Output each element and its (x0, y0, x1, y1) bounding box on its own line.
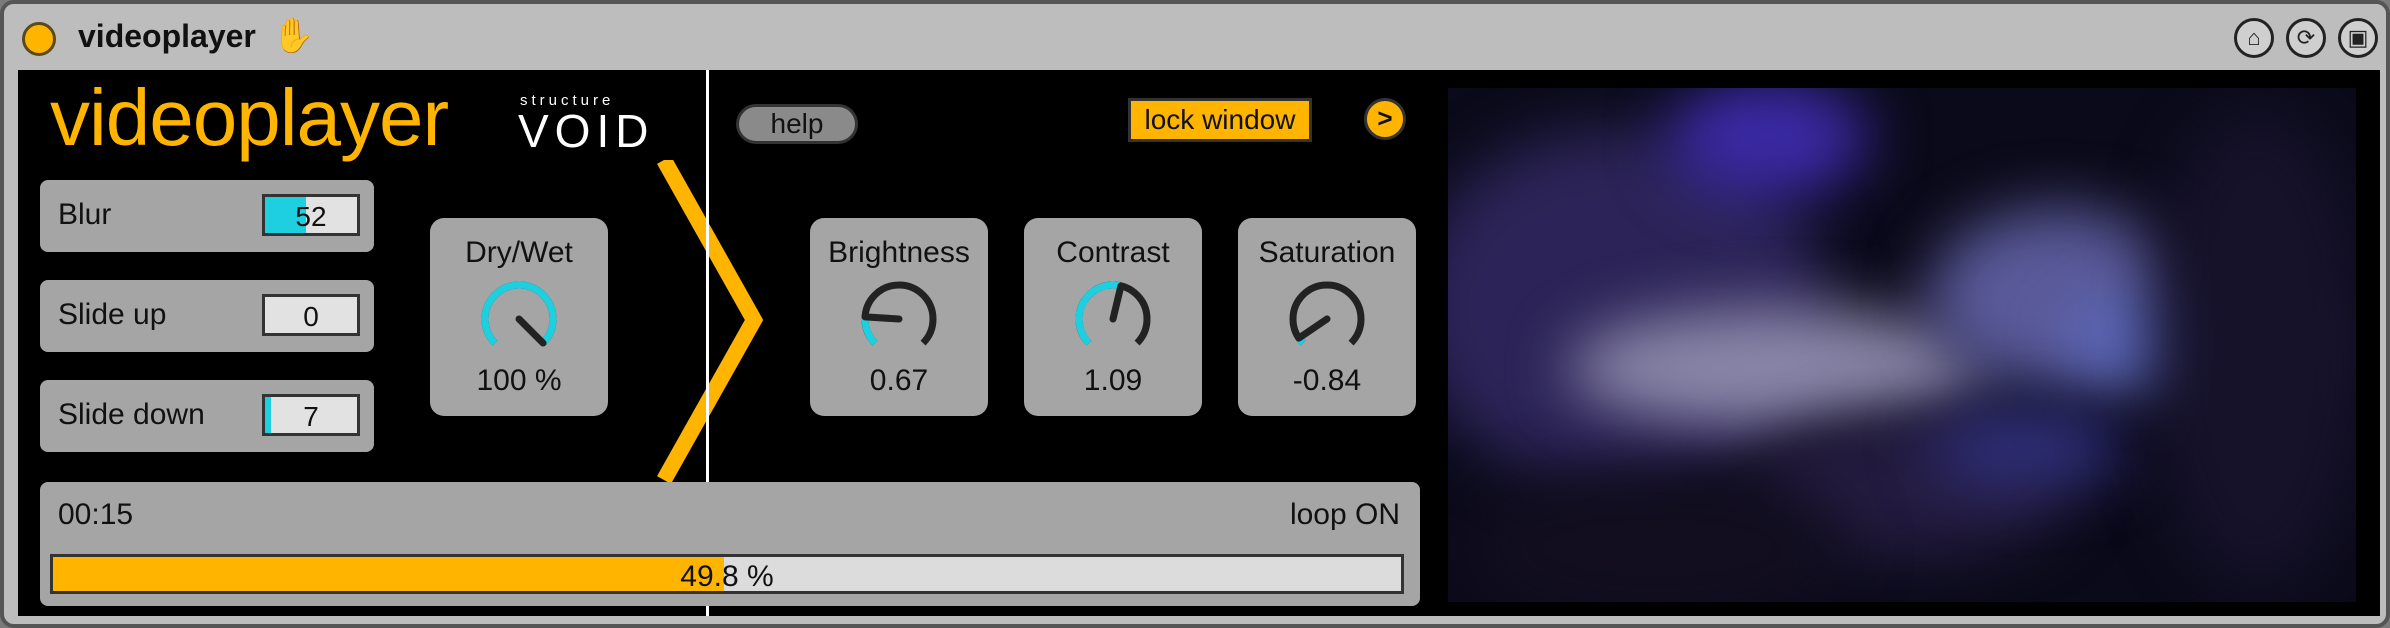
knob-dial[interactable] (474, 274, 564, 364)
knob-dry-wet[interactable]: Dry/Wet 100 % (430, 218, 608, 416)
video-preview (1448, 88, 2356, 602)
knob-pointer (1109, 282, 1125, 323)
number-value: 7 (303, 401, 319, 432)
knob-value: 100 % (476, 364, 562, 397)
param-slide-down: Slide down 7 (40, 380, 374, 452)
knob-value: -0.84 (1292, 364, 1362, 397)
knob-pointer (861, 313, 903, 323)
knob-dial[interactable] (854, 274, 944, 364)
hand-icon: ✋ (272, 17, 315, 55)
knob-value: 1.09 (1083, 364, 1143, 397)
title-bar: videoplayer ✋ ⌂ ⟳ ▣ (4, 4, 2386, 68)
knob-label: Dry/Wet (465, 236, 573, 269)
param-label: Slide up (58, 298, 167, 331)
knob-dial[interactable] (1282, 274, 1372, 364)
open-window-button[interactable]: > (1364, 98, 1406, 140)
help-button[interactable]: help (736, 104, 858, 144)
refresh-icon[interactable]: ⟳ (2286, 18, 2326, 58)
progress-value: 49.8 % (680, 560, 774, 593)
window-title: videoplayer (78, 18, 256, 54)
param-label: Slide down (58, 398, 205, 431)
knob-brightness[interactable]: Brightness 0.67 (810, 218, 988, 416)
device-window: videoplayer ✋ ⌂ ⟳ ▣ videoplayer structur… (0, 0, 2390, 628)
knob-contrast[interactable]: Contrast 1.09 (1024, 218, 1202, 416)
number-value: 0 (303, 301, 319, 332)
brand-title: videoplayer (50, 73, 449, 162)
pin-icon[interactable]: ⌂ (2234, 18, 2274, 58)
progress-bar[interactable]: 49.8 % (50, 554, 1404, 594)
blur-number-box[interactable]: 52 (262, 194, 360, 236)
knob-pointer (515, 315, 547, 347)
logo-text: VOID (518, 105, 655, 157)
knob-value: 0.67 (869, 364, 929, 397)
knob-label: Brightness (828, 236, 970, 269)
slide-down-number-box[interactable]: 7 (262, 394, 360, 436)
knob-label: Contrast (1056, 236, 1170, 269)
param-blur: Blur 52 (40, 180, 374, 252)
knob-pointer (1295, 315, 1331, 342)
save-icon[interactable]: ▣ (2338, 18, 2378, 58)
param-slide-up: Slide up 0 (40, 280, 374, 352)
knob-saturation[interactable]: Saturation -0.84 (1238, 218, 1416, 416)
device-main-panel: videoplayer structure VOID Blur 52 Slide… (18, 70, 2380, 616)
param-label: Blur (58, 198, 112, 231)
knob-dial[interactable] (1068, 274, 1158, 364)
loop-toggle[interactable]: loop ON (1290, 498, 1400, 532)
slide-up-number-box[interactable]: 0 (262, 294, 360, 336)
knob-arc (481, 281, 557, 346)
knob-label: Saturation (1258, 236, 1396, 269)
lock-window-button[interactable]: lock window (1128, 98, 1312, 142)
number-value: 52 (295, 201, 327, 232)
chevron-right-icon (657, 160, 764, 484)
transport-panel: 00:15 loop ON 49.8 % (40, 482, 1420, 606)
time-display: 00:15 (58, 498, 134, 531)
fold-icon[interactable] (22, 22, 56, 56)
